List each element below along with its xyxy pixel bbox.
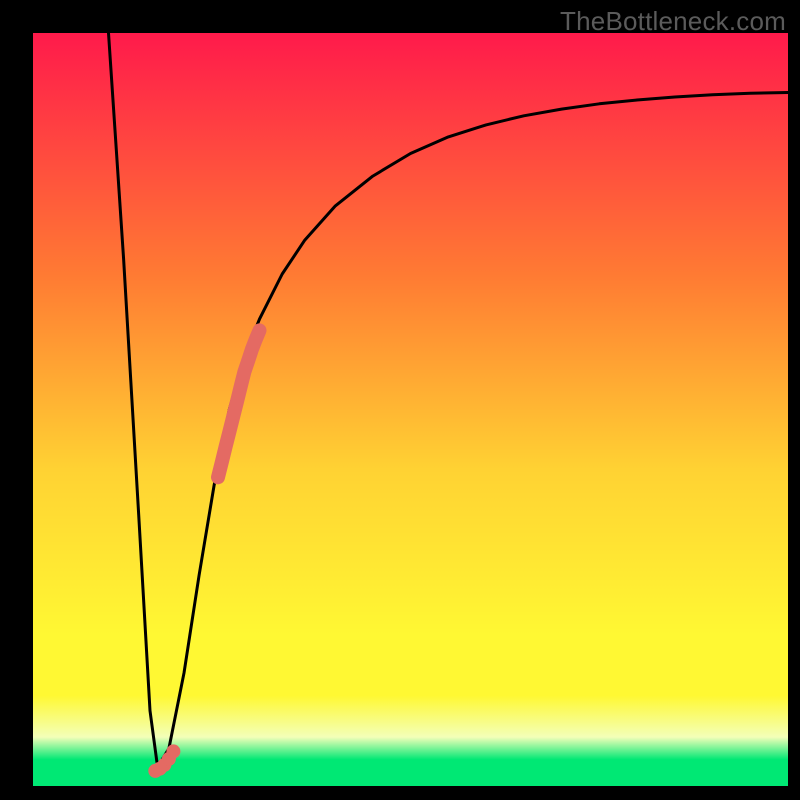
bottleneck-chart [33,33,788,786]
gradient-background [33,33,788,786]
watermark-text: TheBottleneck.com [560,6,786,37]
chart-frame: TheBottleneck.com [0,0,800,800]
marker-set-low [166,744,180,758]
